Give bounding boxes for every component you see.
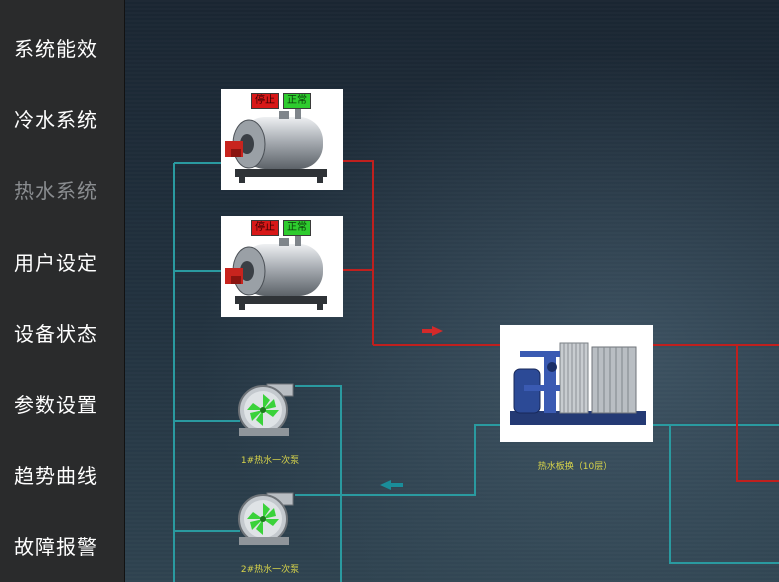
hot-water-process-diagram: 停止 正常 停止 正常 1#热水一次泵 2#热水一次泵 热水板换（10层）: [125, 0, 779, 582]
supply-pipe-drop: [736, 345, 779, 482]
nav-item-system-efficiency[interactable]: 系统能效: [0, 29, 124, 69]
pump-2-caption: 2#热水一次泵: [240, 565, 300, 575]
flow-arrow-left-icon: [380, 480, 403, 490]
boiler-icon: [225, 236, 327, 310]
nav-item-chilled-water-system[interactable]: 冷水系统: [0, 100, 124, 140]
flow-arrow-right-icon: [422, 326, 443, 336]
nav-item-parameter-settings[interactable]: 参数设置: [0, 385, 124, 425]
pump-2[interactable]: [233, 489, 299, 549]
return-pipe-lower-loop: [669, 425, 779, 564]
pump-1[interactable]: [233, 380, 299, 440]
plate-heat-exchanger-caption: 热水板换（10层）: [537, 462, 613, 472]
nav-item-hot-water-system[interactable]: 热水系统: [0, 171, 124, 211]
return-pipe-to-exchanger: [341, 424, 501, 496]
sidebar-nav: 系统能效 冷水系统 热水系统 用户设定 设备状态 参数设置 趋势曲线 故障报警: [0, 0, 125, 582]
pump-icon: [238, 492, 294, 545]
nav-item-fault-alarm[interactable]: 故障报警: [0, 527, 124, 567]
nav-item-user-settings[interactable]: 用户设定: [0, 243, 124, 283]
boiler-1-card[interactable]: 停止 正常: [221, 89, 343, 190]
pump-1-caption: 1#热水一次泵: [240, 456, 300, 466]
boiler-icon: [225, 109, 327, 183]
plate-heat-exchanger-icon: [510, 342, 646, 425]
plate-heat-exchanger-card[interactable]: [500, 325, 653, 442]
boiler-2-card[interactable]: 停止 正常: [221, 216, 343, 317]
return-pipe-pump-header: [295, 385, 342, 582]
nav-item-trend-curves[interactable]: 趋势曲线: [0, 456, 124, 496]
nav-item-equipment-status[interactable]: 设备状态: [0, 314, 124, 354]
pump-icon: [238, 383, 294, 436]
